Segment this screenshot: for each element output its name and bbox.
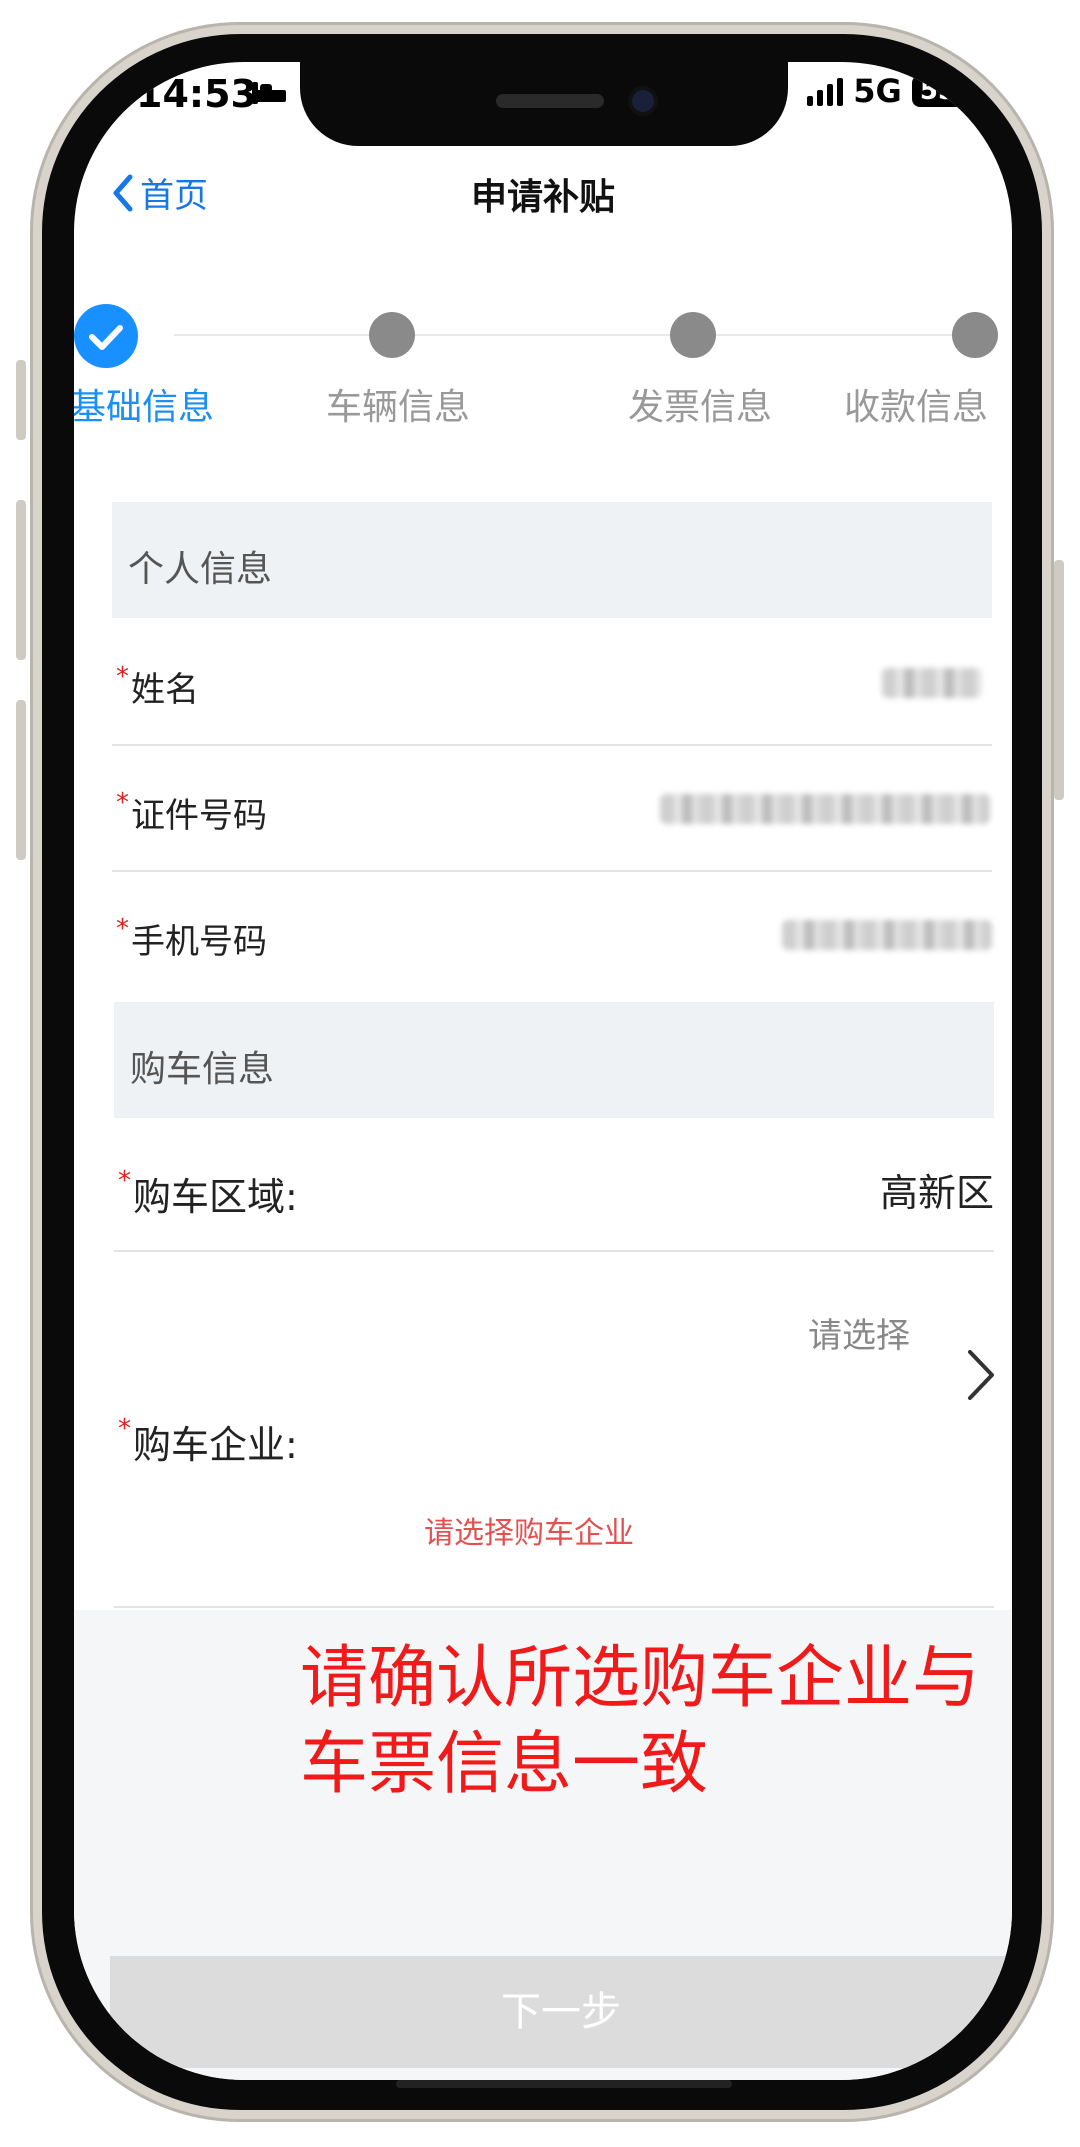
progress-steps: 基础信息 车辆信息 发票信息 收款信息 — [74, 292, 1012, 428]
front-camera — [632, 90, 654, 112]
phone-label: *手机号码 — [116, 914, 267, 962]
sleep-focus-icon — [252, 82, 286, 104]
step-2-dot — [369, 312, 415, 358]
section-title: 个人信息 — [128, 549, 273, 590]
step-3-label: 发票信息 — [628, 387, 773, 428]
step-4-dot — [952, 312, 998, 358]
company-error-message: 请选择购车企业 — [424, 1516, 634, 1551]
id-number-row[interactable]: *证件号码 — [112, 746, 992, 872]
back-button[interactable]: 首页 — [110, 168, 208, 217]
phone-value-redacted — [782, 920, 992, 950]
page-title: 申请补贴 — [470, 177, 615, 218]
purchase-region-row[interactable]: *购车区域: 高新区 — [114, 1118, 994, 1252]
step-3-dot — [670, 312, 716, 358]
notch — [300, 62, 788, 146]
network-type: 5G — [853, 72, 902, 110]
chevron-right-icon[interactable] — [966, 1348, 996, 1402]
status-time: 14:53 — [136, 72, 257, 116]
name-value-redacted — [882, 668, 982, 698]
purchase-region-label: *购车区域: — [118, 1166, 298, 1219]
volume-up-button — [16, 500, 26, 660]
purchase-company-row[interactable]: 请选择 *购车企业: 请选择购车企业 — [114, 1252, 994, 1608]
chevron-left-icon — [113, 174, 133, 211]
signal-icon — [807, 76, 844, 106]
section-purchase-info: 购车信息 — [114, 1002, 994, 1118]
id-number-value-redacted — [660, 794, 990, 824]
step-connector — [174, 334, 354, 336]
company-select-placeholder[interactable]: 请选择 — [808, 1308, 910, 1357]
step-4-label: 收款信息 — [844, 387, 989, 428]
name-row[interactable]: *姓名 — [112, 618, 992, 746]
step-2-label: 车辆信息 — [326, 387, 471, 428]
earpiece-speaker — [496, 94, 604, 108]
power-button — [1054, 560, 1064, 800]
status-right: 5G 55 — [807, 72, 964, 110]
next-step-button[interactable]: 下一步 — [110, 1956, 1012, 2068]
section-personal-info: 个人信息 — [112, 502, 992, 618]
step-1-label: 基础信息 — [74, 387, 215, 428]
battery-icon: 55 — [911, 75, 964, 107]
phone-row[interactable]: *手机号码 — [112, 872, 992, 990]
step-1-dot — [74, 304, 138, 368]
mute-switch — [16, 360, 26, 440]
section-title: 购车信息 — [130, 1049, 275, 1090]
back-label: 首页 — [140, 176, 208, 216]
home-indicator[interactable] — [396, 2080, 732, 2088]
purchase-company-label: *购车企业: — [118, 1414, 298, 1467]
volume-down-button — [16, 700, 26, 860]
step-connector — [754, 334, 974, 336]
annotation-note: 请确认所选购车企业与车票信息一致 — [300, 1639, 981, 1804]
name-label: *姓名 — [116, 662, 199, 710]
purchase-region-value: 高新区 — [879, 1171, 994, 1215]
id-number-label: *证件号码 — [116, 788, 267, 836]
screen: 14:53 5G 55 首页 申请补贴 基础信息 车辆信息 发票信息 收款信息 … — [74, 62, 1012, 2080]
checkmark-icon — [89, 325, 123, 350]
